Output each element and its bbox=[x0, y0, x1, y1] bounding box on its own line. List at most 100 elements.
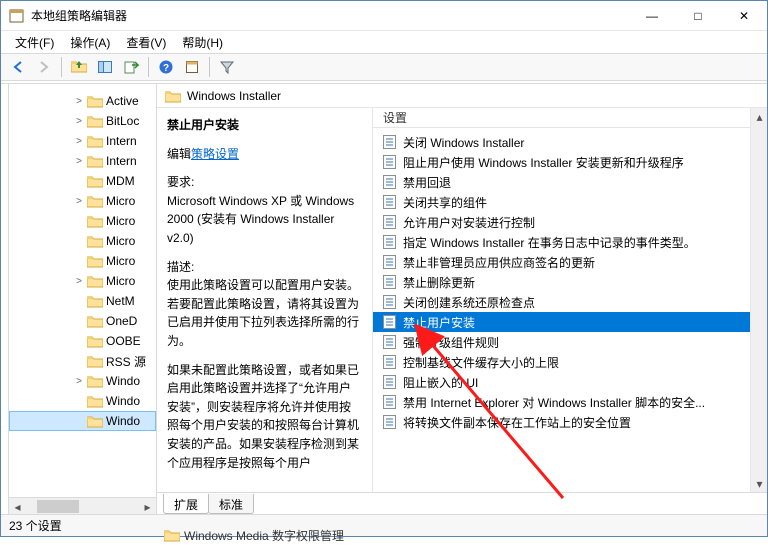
list-header[interactable]: 设置 bbox=[373, 108, 750, 128]
tree-item-label: Micro bbox=[106, 274, 135, 288]
scroll-down-icon[interactable]: ▾ bbox=[751, 475, 768, 492]
tree-item-label: Micro bbox=[106, 234, 135, 248]
tree-item[interactable]: >Micro bbox=[9, 191, 156, 211]
policy-item[interactable]: 将转换文件副本保存在工作站上的安全位置 bbox=[373, 412, 750, 432]
folder-icon bbox=[87, 334, 103, 348]
menu-view[interactable]: 查看(V) bbox=[118, 32, 174, 53]
tree-twisty-icon[interactable]: > bbox=[73, 276, 85, 287]
tree-item[interactable]: NetM bbox=[9, 291, 156, 311]
filter-button[interactable] bbox=[215, 56, 239, 78]
description-p1: 使用此策略设置可以配置用户安装。若要配置此策略设置，请将其设置为已启用并使用下拉… bbox=[167, 276, 362, 350]
tree-item[interactable]: > BitLoc bbox=[9, 111, 156, 131]
tree-item[interactable]: >Active bbox=[9, 91, 156, 111]
tree-item-label: BitLoc bbox=[106, 114, 139, 128]
folder-icon bbox=[87, 394, 103, 408]
tree-twisty-icon[interactable]: > bbox=[73, 196, 85, 207]
tree-item[interactable]: MDM bbox=[9, 171, 156, 191]
menu-file[interactable]: 文件(F) bbox=[7, 32, 62, 53]
tree-twisty-icon[interactable]: > bbox=[73, 96, 85, 107]
folder-icon bbox=[87, 314, 103, 328]
policy-item[interactable]: 阻止嵌入的 UI bbox=[373, 372, 750, 392]
window-controls: — □ ✕ bbox=[629, 1, 767, 30]
titlebar: 本地组策略编辑器 — □ ✕ bbox=[1, 1, 767, 31]
forward-button[interactable] bbox=[32, 56, 56, 78]
requirements-text: Microsoft Windows XP 或 Windows 2000 (安装有… bbox=[167, 192, 362, 248]
edit-policy-link[interactable]: 策略设置 bbox=[191, 147, 239, 161]
gpedit-window: 本地组策略编辑器 — □ ✕ 文件(F) 操作(A) 查看(V) 帮助(H) ?… bbox=[0, 0, 768, 537]
category-title: Windows Installer bbox=[187, 89, 281, 103]
scroll-left-icon[interactable]: ◂ bbox=[9, 498, 26, 514]
background-fragment: Windows Media 数字权限管理 bbox=[164, 525, 344, 545]
tree-item[interactable]: > Intern bbox=[9, 151, 156, 171]
details-pane: Windows Installer 禁止用户安装 编辑策略设置 要求: Micr… bbox=[157, 84, 767, 514]
tree-hscrollbar[interactable]: ◂ ▸ bbox=[9, 497, 156, 514]
tree-item[interactable]: Windo bbox=[9, 411, 156, 431]
tree-twisty-icon[interactable]: > bbox=[73, 376, 85, 387]
toolbar-separator bbox=[61, 57, 62, 77]
show-hide-tree-button[interactable] bbox=[93, 56, 117, 78]
category-header: Windows Installer bbox=[157, 84, 767, 108]
policy-item[interactable]: 关闭创建系统还原检查点 bbox=[373, 292, 750, 312]
tree-item[interactable]: OneD bbox=[9, 311, 156, 331]
tree-item-label: Intern bbox=[106, 154, 137, 168]
policy-item[interactable]: 关闭 Windows Installer bbox=[373, 132, 750, 152]
tree-item[interactable]: Windo bbox=[9, 391, 156, 411]
scroll-thumb[interactable] bbox=[37, 500, 79, 513]
tree-item-label: Windo bbox=[106, 374, 140, 388]
requirements-label: 要求: bbox=[167, 173, 362, 192]
folder-icon bbox=[87, 254, 103, 268]
folder-icon bbox=[165, 89, 181, 103]
tree-item[interactable]: Micro bbox=[9, 231, 156, 251]
column-setting[interactable]: 设置 bbox=[383, 109, 750, 126]
minimize-button[interactable]: — bbox=[629, 1, 675, 30]
policy-item[interactable]: 禁用回退 bbox=[373, 172, 750, 192]
policy-item[interactable]: 控制基线文件缓存大小的上限 bbox=[373, 352, 750, 372]
maximize-button[interactable]: □ bbox=[675, 1, 721, 30]
scroll-right-icon[interactable]: ▸ bbox=[139, 498, 156, 514]
list-body[interactable]: 关闭 Windows Installer 阻止用户使用 Windows Insta… bbox=[373, 128, 750, 492]
policy-item[interactable]: 禁止删除更新 bbox=[373, 272, 750, 292]
policy-item[interactable]: 禁用 Internet Explorer 对 Windows Installer… bbox=[373, 392, 750, 412]
policy-icon bbox=[381, 394, 397, 410]
description-panel: 禁止用户安装 编辑策略设置 要求: Microsoft Windows XP 或… bbox=[157, 108, 373, 492]
tree-item[interactable]: >Intern bbox=[9, 131, 156, 151]
tab-standard[interactable]: 标准 bbox=[208, 494, 254, 514]
tree-item[interactable]: Micro bbox=[9, 251, 156, 271]
policy-item[interactable]: 禁止用户安装 bbox=[373, 312, 750, 332]
policy-item[interactable]: 禁止非管理员应用供应商签名的更新 bbox=[373, 252, 750, 272]
tree-body[interactable]: >Active>BitLoc>Intern>InternMDM>MicroMic… bbox=[9, 84, 156, 497]
close-button[interactable]: ✕ bbox=[721, 1, 767, 30]
policy-item[interactable]: 关闭共享的组件 bbox=[373, 192, 750, 212]
scroll-up-icon[interactable]: ▴ bbox=[751, 108, 768, 125]
properties-button[interactable] bbox=[180, 56, 204, 78]
policy-label: 禁止非管理员应用供应商签名的更新 bbox=[403, 254, 595, 271]
policy-item[interactable]: 强制升级组件规则 bbox=[373, 332, 750, 352]
help-button[interactable]: ? bbox=[154, 56, 178, 78]
tree-item-label: OneD bbox=[106, 314, 137, 328]
content-area: >Active>BitLoc>Intern>InternMDM>MicroMic… bbox=[1, 83, 767, 514]
tree-item[interactable]: OOBE bbox=[9, 331, 156, 351]
tree-item[interactable]: > Windo bbox=[9, 371, 156, 391]
list-vscrollbar[interactable]: ▴ ▾ bbox=[750, 108, 767, 492]
policy-item[interactable]: 允许用户对安装进行控制 bbox=[373, 212, 750, 232]
export-list-button[interactable] bbox=[119, 56, 143, 78]
policy-item[interactable]: 阻止用户使用 Windows Installer 安装更新和升级程序 bbox=[373, 152, 750, 172]
tree-item-label: Micro bbox=[106, 254, 135, 268]
policy-item[interactable]: 指定 Windows Installer 在事务日志中记录的事件类型。 bbox=[373, 232, 750, 252]
up-button[interactable] bbox=[67, 56, 91, 78]
description-label: 描述: bbox=[167, 258, 362, 277]
tree-item[interactable]: Micro bbox=[9, 211, 156, 231]
tab-extended[interactable]: 扩展 bbox=[163, 494, 209, 514]
tree-item[interactable]: > Micro bbox=[9, 271, 156, 291]
policy-label: 将转换文件副本保存在工作站上的安全位置 bbox=[403, 414, 631, 431]
folder-icon bbox=[87, 214, 103, 228]
tree-item[interactable]: RSS 源 bbox=[9, 351, 156, 371]
tree-twisty-icon[interactable]: > bbox=[73, 136, 85, 147]
menu-action[interactable]: 操作(A) bbox=[62, 32, 118, 53]
left-gutter bbox=[1, 84, 9, 514]
policy-label: 阻止用户使用 Windows Installer 安装更新和升级程序 bbox=[403, 154, 684, 171]
tree-twisty-icon[interactable]: > bbox=[73, 116, 85, 127]
menu-help[interactable]: 帮助(H) bbox=[174, 32, 231, 53]
back-button[interactable] bbox=[6, 56, 30, 78]
tree-twisty-icon[interactable]: > bbox=[73, 156, 85, 167]
